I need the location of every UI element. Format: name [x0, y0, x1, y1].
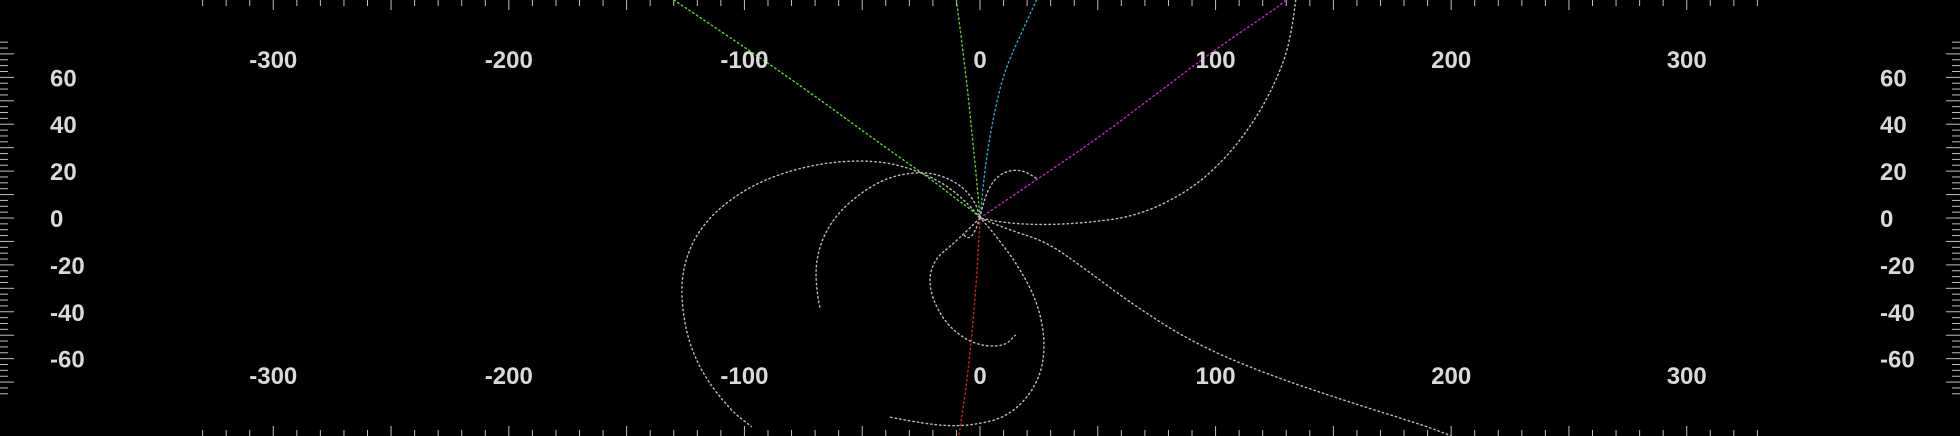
x-tick-label-top: -300 [249, 47, 297, 74]
y-tick-label-right: 0 [1880, 206, 1893, 233]
x-tick-label-bottom: -300 [249, 363, 297, 390]
x-tick-label-bottom: 200 [1431, 363, 1471, 390]
y-tick-label-left: -40 [50, 300, 85, 327]
y-tick-label-left: 40 [50, 112, 77, 139]
y-tick-label-left: -20 [50, 253, 85, 280]
x-tick-label-top: 300 [1667, 47, 1707, 74]
y-tick-label-right: -40 [1880, 300, 1915, 327]
chart-stage: -300 -300 -200 -200 -100 -100 0 0 100 100 200 200 30… [0, 0, 1960, 436]
y-tick-label-left: 0 [50, 206, 63, 233]
series-12-curve [962, 217, 981, 239]
chart-svg: -300-300-200-200-100-1000010010020020030… [0, 0, 1960, 436]
x-tick-label-top: 0 [973, 47, 986, 74]
y-tick-label-left: -60 [50, 347, 85, 374]
x-tick-label-bottom: 0 [973, 363, 986, 390]
series-0-curve [673, 0, 981, 219]
series-5-curve [979, 0, 1297, 226]
y-tick-label-right: 40 [1880, 112, 1907, 139]
series-layer [673, 0, 1452, 436]
y-tick-label-right: -60 [1880, 347, 1915, 374]
series-9-curve [979, 217, 1452, 436]
series-3-curve [979, 0, 1287, 219]
series-7-curve [889, 217, 1045, 427]
y-tick-label-right: 20 [1880, 159, 1907, 186]
x-tick-label-top: 100 [1196, 47, 1236, 74]
x-tick-label-bottom: -100 [720, 363, 768, 390]
x-tick-label-bottom: -200 [485, 363, 533, 390]
x-tick-label-bottom: 100 [1196, 363, 1236, 390]
y-tick-label-right: 60 [1880, 65, 1907, 92]
x-tick-label-bottom: 300 [1667, 363, 1707, 390]
x-tick-label-top: -200 [485, 47, 533, 74]
x-tick-label-top: -100 [720, 47, 768, 74]
y-tick-label-left: 20 [50, 159, 77, 186]
series-6-curve [815, 172, 981, 308]
series-4-curve [958, 217, 981, 436]
y-tick-label-right: -20 [1880, 253, 1915, 280]
series-10-curve [979, 169, 1038, 219]
x-tick-label-top: 200 [1431, 47, 1471, 74]
y-tick-label-left: 60 [50, 65, 77, 92]
